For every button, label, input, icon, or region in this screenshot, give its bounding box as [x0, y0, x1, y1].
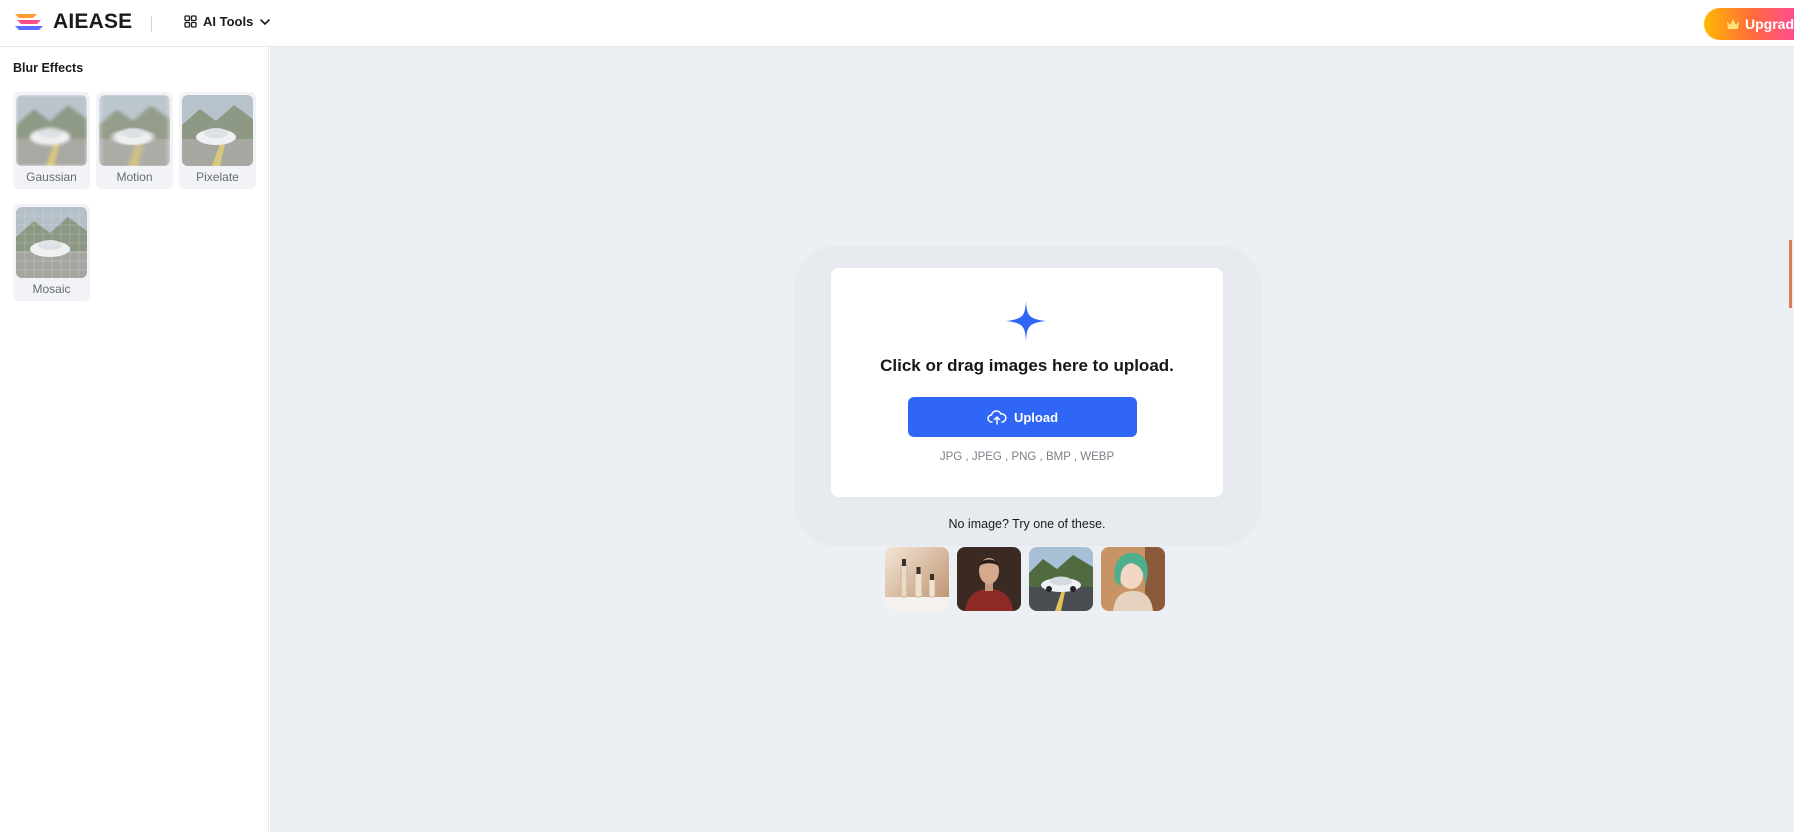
aiease-logo-icon: [15, 14, 43, 30]
upgrade-button[interactable]: Upgrade: [1704, 8, 1794, 40]
sample-image-cosmetics[interactable]: [885, 547, 949, 611]
mosaic-thumbnail: [16, 207, 87, 278]
effect-pixelate[interactable]: Pixelate: [179, 92, 256, 189]
plus-icon: [1006, 301, 1046, 341]
effect-label: Motion: [116, 170, 153, 184]
ai-tools-menu[interactable]: AI Tools: [184, 14, 271, 29]
logo[interactable]: AIEASE: [13, 10, 132, 34]
sidebar: Blur Effects Gaussian Motion Pixelate Mo…: [0, 47, 269, 832]
logo-text: AIEASE: [53, 10, 133, 33]
header-divider: [151, 16, 152, 32]
upload-button-label: Upload: [1013, 409, 1059, 425]
effect-gaussian[interactable]: Gaussian: [13, 92, 90, 189]
chevron-down-icon: [260, 18, 271, 25]
sample-image-car[interactable]: [1029, 547, 1093, 611]
effect-label: Mosaic: [32, 282, 71, 296]
motion-thumbnail: [99, 95, 170, 166]
upload-title: Click or drag images here to upload.: [880, 356, 1174, 375]
crown-icon: [1727, 19, 1739, 29]
right-edge-accent: [1789, 240, 1792, 308]
upgrade-label: Upgrade: [1745, 16, 1794, 32]
ai-tools-label: AI Tools: [203, 14, 254, 29]
sample-image-man-portrait[interactable]: [957, 547, 1021, 611]
effect-label: Pixelate: [196, 170, 239, 184]
grid-icon: [184, 15, 197, 28]
cloud-upload-icon: [987, 410, 1007, 425]
effect-motion[interactable]: Motion: [96, 92, 173, 189]
sample-prompt: No image? Try one of these.: [948, 517, 1106, 531]
sample-image-anime-girl[interactable]: [1101, 547, 1165, 611]
sidebar-title: Blur Effects: [13, 61, 84, 75]
supported-formats: JPG , JPEG , PNG , BMP , WEBP: [939, 451, 1115, 463]
pixelate-thumbnail: [182, 95, 253, 166]
effect-label: Gaussian: [26, 170, 77, 184]
upload-button[interactable]: Upload: [908, 397, 1137, 437]
gaussian-thumbnail: [16, 95, 87, 166]
top-header: AIEASE AI Tools Upgrade: [0, 0, 1794, 47]
effect-mosaic[interactable]: Mosaic: [13, 204, 90, 301]
